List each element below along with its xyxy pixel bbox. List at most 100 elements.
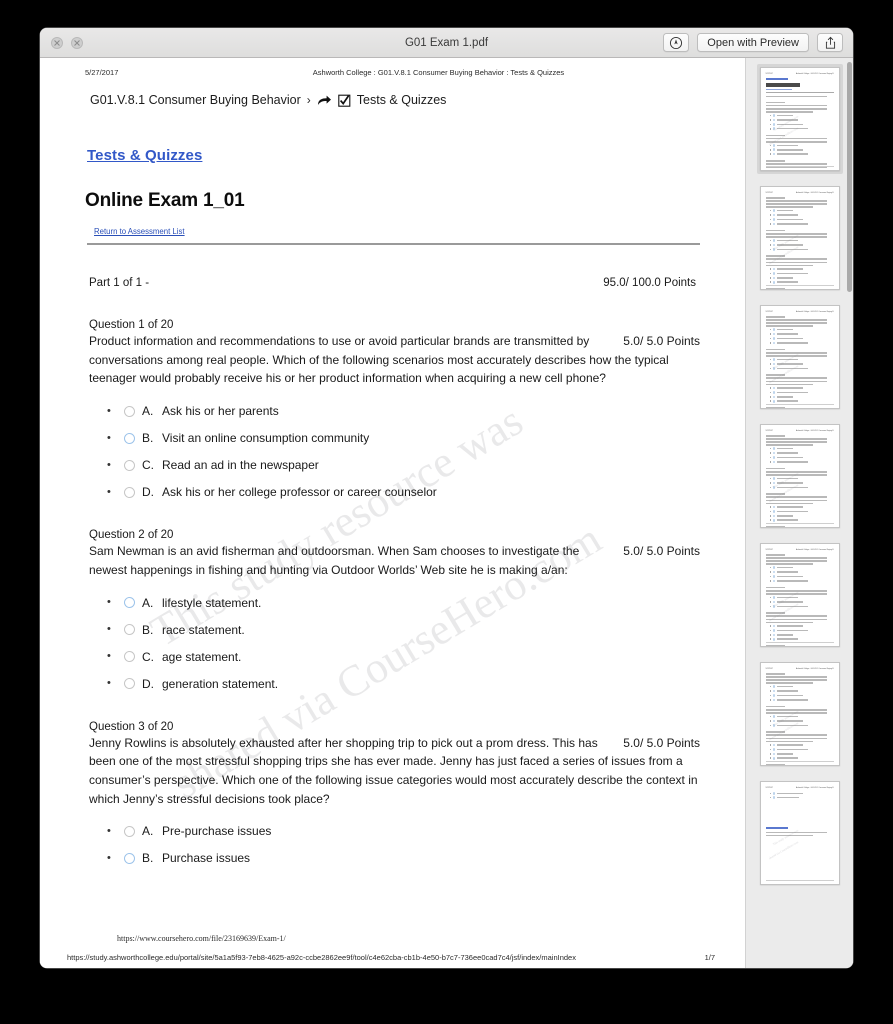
page-footer: https://study.ashworthcollege.edu/portal… [67, 953, 715, 962]
thumb-radio-icon [772, 456, 776, 459]
running-head-date: 5/27/2017 [85, 68, 119, 77]
tests-and-quizzes-link[interactable]: Tests & Quizzes [85, 147, 700, 164]
option-text: lifestyle statement. [162, 595, 262, 610]
option-text: Purchase issues [162, 851, 251, 866]
thumb-bullet-icon [769, 575, 772, 578]
radio-button-icon[interactable] [124, 597, 135, 609]
thumb-text-line [765, 705, 785, 708]
answer-option[interactable]: • D. generation statement. [107, 677, 700, 691]
thumbnail-page-5[interactable]: 5/27/2017 Ashworth College : G01.V.8.1 Co… [757, 540, 843, 650]
option-text: Pre-purchase issues [162, 824, 272, 839]
question-block: Question 1 of 20 5.0/ 5.0 Points Product i… [85, 319, 700, 499]
answer-option[interactable]: • C. age statement. [107, 650, 700, 664]
thumb-bullet-icon [769, 119, 772, 121]
thumbnail-page-1[interactable]: 5/27/2017 Ashworth College : G01.V.8.1 Co… [756, 64, 843, 174]
share-icon[interactable] [817, 33, 843, 52]
radio-button-icon[interactable] [124, 678, 135, 690]
thumb-option-row [769, 213, 834, 217]
bullet-icon: • [107, 458, 111, 471]
answer-option[interactable]: • B. race statement. [107, 623, 700, 637]
answer-option[interactable]: • A. Ask his or her parents [107, 404, 700, 418]
close-button[interactable] [51, 36, 63, 49]
answer-option[interactable]: • A. lifestyle statement. [107, 596, 700, 610]
thumb-option-text [776, 699, 808, 701]
option-letter: D. [142, 676, 154, 691]
thumb-option-text [776, 342, 808, 344]
thumb-option-row [769, 332, 834, 336]
thumb-option-text [776, 748, 808, 751]
option-letter: B. [142, 431, 154, 446]
answer-option[interactable]: • C. Read an ad in the newspaper [107, 458, 700, 472]
thumbnail-page-6[interactable]: 5/27/2017 Ashworth College : G01.V.8.1 Co… [757, 659, 843, 769]
thumb-option-row [769, 629, 834, 632]
markup-pen-circle-icon[interactable] [663, 33, 690, 52]
answer-option[interactable]: • A. Pre-purchase issues [107, 824, 700, 838]
thumb-option-row [769, 605, 834, 608]
preview-window: G01 Exam 1.pdf Open with Preview This st… [40, 28, 853, 968]
thumb-text-line [765, 676, 827, 678]
window-titlebar: G01 Exam 1.pdf Open with Preview [40, 28, 853, 58]
thumb-radio-icon [772, 796, 776, 799]
thumbnail-page-2[interactable]: 5/27/2017 Ashworth College : G01.V.8.1 Co… [757, 183, 843, 293]
answer-option[interactable]: • D. Ask his or her college professor or c… [107, 485, 700, 499]
thumb-radio-icon [772, 570, 776, 574]
open-with-preview-button[interactable]: Open with Preview [697, 33, 809, 52]
breadcrumb-course[interactable]: G01.V.8.1 Consumer Buying Behavior [90, 93, 301, 107]
thumb-radio-icon [772, 114, 776, 117]
thumb-text-line [765, 200, 827, 202]
thumbnail-page-4[interactable]: 5/27/2017 Ashworth College : G01.V.8.1 Co… [757, 421, 843, 531]
thumb-option-text [776, 277, 793, 279]
thumb-option-text [776, 757, 798, 759]
radio-button-icon[interactable] [124, 432, 135, 444]
thumb-radio-icon [772, 596, 776, 599]
thumb-text-line [765, 203, 827, 205]
thumb-option-text [776, 461, 808, 463]
option-letter: D. [142, 485, 154, 500]
thumb-text-line [765, 621, 814, 624]
titlebar-actions: Open with Preview [663, 33, 843, 52]
breadcrumb-section[interactable]: Tests & Quizzes [357, 93, 447, 107]
document-view[interactable]: This study resource was shared via Cours… [40, 58, 745, 968]
radio-button-icon[interactable] [124, 459, 135, 471]
thumb-exam-title [765, 83, 800, 87]
thumb-text-line [765, 557, 827, 559]
thumbnail-page-3[interactable]: 5/27/2017 Ashworth College : G01.V.8.1 Co… [757, 302, 843, 412]
thumb-option-row [769, 391, 834, 394]
thumbnail-scrollbar[interactable] [847, 62, 852, 292]
thumbnail-page-7[interactable]: 5/27/2017 Ashworth College : G01.V.8.1 Co… [757, 778, 843, 888]
thumb-bullet-icon [769, 452, 772, 454]
radio-button-icon[interactable] [124, 852, 135, 864]
thumbnail-sidebar[interactable]: 5/27/2017 Ashworth College : G01.V.8.1 Co… [745, 58, 853, 968]
thumb-bullet-icon [769, 456, 772, 459]
radio-button-icon[interactable] [124, 825, 135, 837]
answer-option[interactable]: • B. Visit an online consumption community [107, 431, 700, 445]
thumb-radio-icon [772, 148, 776, 152]
minimize-button[interactable] [71, 36, 83, 49]
answer-option[interactable]: • B. Purchase issues [107, 851, 700, 865]
question-label: Question 2 of 20 [89, 529, 174, 542]
thumb-bullet-icon [769, 342, 772, 344]
thumb-option-text [776, 328, 793, 331]
thumb-bullet-icon [769, 209, 772, 212]
return-to-assessment-list-link[interactable]: Return to Assessment List [94, 227, 700, 236]
thumb-option-text [776, 281, 798, 283]
divider [87, 243, 700, 245]
thumb-bullet-icon [769, 720, 772, 722]
radio-button-icon[interactable] [124, 651, 135, 663]
bullet-icon: • [107, 824, 111, 837]
thumb-option-row [769, 152, 834, 156]
window-body: This study resource was shared via Cours… [40, 58, 853, 968]
thumb-radio-icon [772, 239, 776, 242]
radio-button-icon[interactable] [124, 486, 135, 498]
radio-button-icon[interactable] [124, 405, 135, 417]
thumb-text-line [765, 383, 814, 386]
bullet-icon: • [107, 851, 111, 864]
thumb-option-row [769, 505, 834, 509]
radio-button-icon[interactable] [124, 624, 135, 636]
option-text: Visit an online consumption community [162, 431, 370, 446]
thumb-radio-icon [772, 633, 776, 637]
answer-options: • A. lifestyle statement. • B. race statement… [89, 596, 700, 691]
thumb-option-row [769, 685, 834, 688]
thumb-option-row [769, 447, 834, 450]
thumb-option-row [769, 570, 834, 574]
